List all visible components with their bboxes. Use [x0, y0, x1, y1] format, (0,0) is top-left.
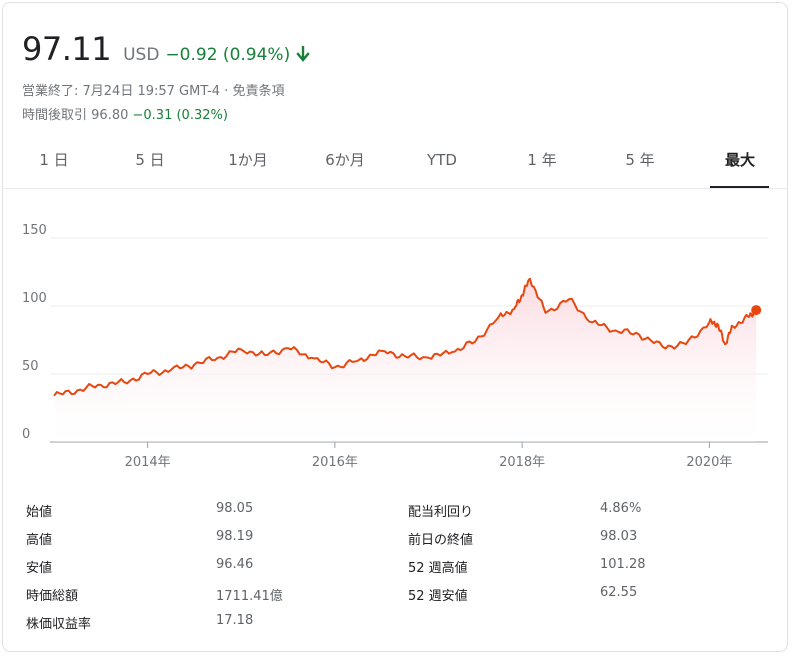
after-hours-price: 96.80 [91, 108, 129, 123]
price-area-fill [54, 278, 757, 442]
price-row: 97.11 USD −0.92 (0.94%) [22, 30, 310, 68]
x-tick-label: 2018年 [499, 455, 545, 470]
tabs-divider [2, 188, 788, 189]
after-hours-change: −0.31 (0.32%) [132, 108, 228, 123]
y-axis-labels: 0 50 100 150 [22, 223, 47, 442]
tab-1-year[interactable]: 1 年 [512, 140, 572, 186]
stat-label-market-cap: 時価総額 [26, 589, 79, 604]
tab-1-month[interactable]: 1か月 [217, 140, 279, 186]
x-tick-label: 2020年 [686, 455, 732, 470]
stat-label-pe-ratio: 株価収益率 [26, 617, 92, 632]
stat-value-open: 98.05 [216, 501, 254, 516]
market-status: 営業終了: 7月24日 19:57 GMT-4 · 免責条項 [22, 84, 285, 99]
stat-value-52w-high: 101.28 [600, 557, 646, 572]
stat-value-prev-close: 98.03 [600, 529, 638, 544]
tab-ytd[interactable]: YTD [412, 140, 472, 186]
tab-5-year[interactable]: 5 年 [610, 140, 670, 186]
stat-label-open: 始値 [26, 505, 53, 520]
stat-value-market-cap: 1711.41億 [216, 589, 283, 604]
stat-label-52w-high: 52 週高値 [408, 561, 468, 576]
price-chart[interactable]: 0 50 100 150 2014年 2016年 2018年 2020年 [0, 220, 792, 480]
stat-label-high: 高値 [26, 533, 53, 548]
currency: USD [123, 45, 160, 65]
y-tick-label: 0 [22, 427, 30, 442]
stat-label-dividend-yield: 配当利回り [408, 505, 474, 520]
stat-label-low: 安値 [26, 561, 53, 576]
stat-value-52w-low: 62.55 [600, 585, 638, 600]
after-hours-label: 時間後取引 [22, 108, 88, 123]
tab-1-day[interactable]: 1 日 [24, 140, 84, 186]
y-tick-label: 100 [22, 291, 47, 306]
stat-value-high: 98.19 [216, 529, 254, 544]
x-tick-label: 2014年 [125, 455, 171, 470]
arrow-down-icon [296, 46, 310, 62]
y-tick-label: 50 [22, 359, 39, 374]
x-tick-label: 2016年 [312, 455, 358, 470]
last-price-marker [751, 305, 762, 316]
after-hours-row: 時間後取引 96.80 −0.31 (0.32%) [22, 104, 228, 123]
tab-max[interactable]: 最大 [710, 140, 770, 186]
tab-5-day[interactable]: 5 日 [120, 140, 180, 186]
x-axis: 2014年 2016年 2018年 2020年 [50, 441, 768, 470]
stat-value-dividend-yield: 4.86% [600, 501, 642, 516]
stat-label-52w-low: 52 週安値 [408, 589, 468, 604]
stat-label-prev-close: 前日の終値 [408, 533, 474, 548]
range-tabs: 1 日 5 日 1か月 6か月 YTD 1 年 5 年 最大 [2, 140, 788, 188]
price-change: −0.92 (0.94%) [165, 45, 291, 65]
y-tick-label: 150 [22, 223, 47, 238]
current-price: 97.11 [22, 30, 112, 68]
tab-6-month[interactable]: 6か月 [314, 140, 376, 186]
stat-value-pe-ratio: 17.18 [216, 613, 254, 628]
stat-value-low: 96.46 [216, 557, 254, 572]
